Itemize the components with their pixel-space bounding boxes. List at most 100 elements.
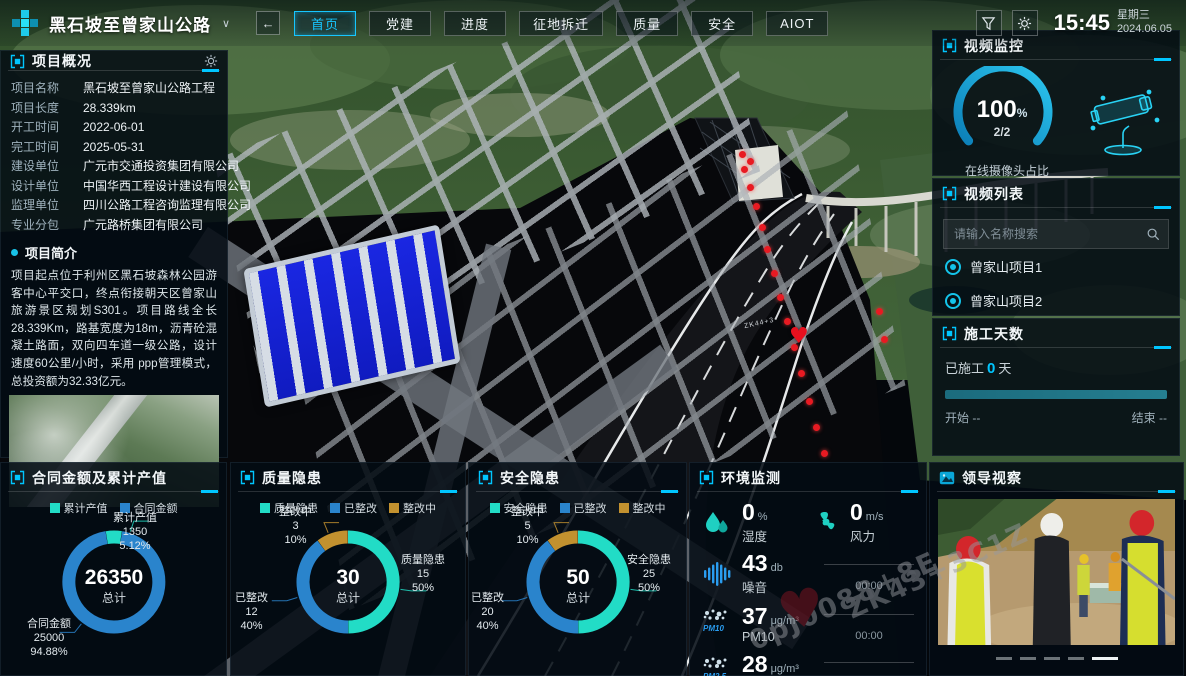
hazard-point-marker[interactable] bbox=[753, 203, 760, 210]
slice-label-已整改: 已整改2040% bbox=[471, 592, 504, 633]
legend-item: 整改中 bbox=[389, 500, 436, 516]
panel-header: 合同金额及累计产值 bbox=[1, 463, 226, 492]
tab-safety[interactable]: 安全 bbox=[691, 11, 753, 36]
panel-bracket-icon bbox=[10, 54, 25, 69]
panel-collapse-handle[interactable] bbox=[661, 490, 678, 493]
carousel-dash[interactable] bbox=[1092, 657, 1118, 660]
hazard-point-marker[interactable] bbox=[739, 151, 746, 158]
hazard-point-marker[interactable] bbox=[747, 158, 754, 165]
carousel-dash[interactable] bbox=[1020, 657, 1036, 660]
legend-swatch bbox=[389, 503, 399, 513]
weekday: 星期三 bbox=[1117, 9, 1172, 23]
carousel-dash[interactable] bbox=[1044, 657, 1060, 660]
legend-swatch bbox=[50, 503, 60, 513]
hazard-point-marker[interactable] bbox=[764, 246, 771, 253]
legend-item: 整改中 bbox=[619, 500, 666, 516]
panel-collapse-handle[interactable] bbox=[1154, 346, 1171, 349]
tab-quality[interactable]: 质量 bbox=[616, 11, 678, 36]
panel-collapse-handle[interactable] bbox=[1154, 206, 1171, 209]
legend-swatch bbox=[330, 503, 340, 513]
cctv-camera-icon bbox=[1079, 80, 1165, 160]
hazard-point-marker[interactable] bbox=[759, 224, 766, 231]
hazard-point-marker[interactable] bbox=[881, 336, 888, 343]
field-value: 四川公路工程咨询监理有限公司 bbox=[83, 196, 251, 216]
video-list-item[interactable]: 曾家山项目1 bbox=[933, 249, 1179, 283]
panel-title: 合同金额及累计产值 bbox=[32, 468, 167, 488]
back-button[interactable]: ← bbox=[256, 11, 280, 35]
slice-label-质量隐患: 质量隐患1550% bbox=[401, 554, 445, 595]
field-label: 设计单位 bbox=[11, 177, 83, 197]
env-row: PM10 37μg/m³ PM1000:00 bbox=[700, 604, 916, 652]
panel-collapse-handle[interactable] bbox=[201, 490, 218, 493]
panel-safety-hazards: 安全隐患 安全隐患已整改整改中50总计安全隐患2550%已整改2040%整改中5… bbox=[468, 462, 687, 676]
field-value: 中国华西工程设计建设有限公司 bbox=[83, 177, 251, 197]
panel-video-list: 视频列表 曾家山项目1曾家山项目2 bbox=[932, 178, 1180, 316]
hazard-point-marker[interactable] bbox=[747, 184, 754, 191]
panel-environment: 环境监测 0% 湿度 0m/s 风力 43db 噪音00:00 PM10 37μ… bbox=[689, 462, 927, 676]
carousel-dash[interactable] bbox=[996, 657, 1012, 660]
legend-swatch bbox=[490, 503, 500, 513]
tab-aiot[interactable]: AIOT bbox=[766, 11, 828, 36]
intro-header: 项目简介 bbox=[1, 237, 227, 264]
heart-marker[interactable]: ♥ bbox=[789, 326, 809, 348]
hazard-point-marker[interactable] bbox=[798, 370, 805, 377]
overview-field: 专业分包广元路桥集团有限公司 bbox=[11, 216, 217, 236]
humidity-icon bbox=[702, 508, 732, 538]
panel-collapse-handle[interactable] bbox=[202, 69, 219, 72]
overview-field: 监理单位四川公路工程咨询监理有限公司 bbox=[11, 196, 217, 216]
panel-project-overview: 项目概况 项目名称黑石坡至曾家山公路工程项目长度28.339km开工时间2022… bbox=[0, 50, 228, 458]
env-row: PM2.5 28μg/m³ PM2.500:00 bbox=[700, 652, 916, 676]
panel-title: 质量隐患 bbox=[262, 468, 322, 488]
tab-progress[interactable]: 进度 bbox=[444, 11, 506, 36]
panel-collapse-handle[interactable] bbox=[901, 490, 918, 493]
chevron-down-icon[interactable]: ∨ bbox=[222, 17, 230, 30]
field-value: 28.339km bbox=[83, 99, 136, 119]
panel-video-monitor: 视频监控 100% 2/2 在线摄像头占比 bbox=[932, 30, 1180, 176]
legend-swatch bbox=[619, 503, 629, 513]
time-now: 15:45 bbox=[1054, 10, 1110, 36]
hazard-point-marker[interactable] bbox=[821, 450, 828, 457]
svg-text:总计: 总计 bbox=[336, 591, 360, 605]
start-date: 开始 -- bbox=[945, 409, 980, 426]
tab-party[interactable]: 党建 bbox=[369, 11, 431, 36]
search-input[interactable] bbox=[952, 226, 1146, 242]
overview-gear-icon[interactable] bbox=[204, 54, 218, 68]
video-list-item[interactable]: 曾家山项目2 bbox=[933, 283, 1179, 317]
env-metric-湿度: 0% 湿度 bbox=[700, 500, 808, 545]
overview-field: 完工时间2025-05-31 bbox=[11, 138, 217, 158]
tab-home[interactable]: 首页 bbox=[294, 11, 356, 36]
filter-icon[interactable] bbox=[976, 10, 1002, 36]
pm25-icon: PM2.5 bbox=[701, 657, 733, 676]
panel-leader-visit: 领导视察 bbox=[929, 462, 1184, 676]
panel-collapse-handle[interactable] bbox=[1158, 490, 1175, 493]
field-label: 专业分包 bbox=[11, 216, 83, 236]
hazard-point-marker[interactable] bbox=[806, 398, 813, 405]
gauge-ratio: 2/2 bbox=[943, 125, 1061, 139]
slice-label-整改中: 整改中310% bbox=[279, 506, 312, 547]
donut-chart: 累计产值合同金额26350总计累计产值13505.12%合同金额2500094.… bbox=[1, 500, 226, 676]
leader-visit-photo[interactable] bbox=[938, 499, 1175, 645]
hazard-point-marker[interactable] bbox=[771, 270, 778, 277]
field-value: 黑石坡至曾家山公路工程 bbox=[83, 79, 215, 99]
hazard-point-marker[interactable] bbox=[876, 308, 883, 315]
tab-land[interactable]: 征地拆迁 bbox=[519, 11, 603, 36]
slice-label-合同金额: 合同金额2500094.88% bbox=[27, 618, 71, 659]
field-value: 广元路桥集团有限公司 bbox=[83, 216, 203, 236]
clock: 15:45 星期三 2024.06.05 bbox=[1054, 9, 1172, 37]
panel-bracket-icon bbox=[478, 470, 493, 485]
search-icon[interactable] bbox=[1146, 227, 1160, 241]
field-label: 建设单位 bbox=[11, 157, 83, 177]
panel-collapse-handle[interactable] bbox=[440, 490, 457, 493]
slice-label-累计产值: 累计产值13505.12% bbox=[113, 512, 157, 553]
chart-legend: 质量隐患已整改整改中 bbox=[231, 500, 465, 516]
field-label: 项目长度 bbox=[11, 99, 83, 119]
hazard-point-marker[interactable] bbox=[813, 424, 820, 431]
field-label: 项目名称 bbox=[11, 79, 83, 99]
camera-icon bbox=[945, 293, 961, 309]
field-label: 完工时间 bbox=[11, 138, 83, 158]
carousel-dash[interactable] bbox=[1068, 657, 1084, 660]
hazard-point-marker[interactable] bbox=[741, 166, 748, 173]
hazard-point-marker[interactable] bbox=[777, 294, 784, 301]
gear-icon[interactable] bbox=[1012, 10, 1038, 36]
panel-collapse-handle[interactable] bbox=[1154, 58, 1171, 61]
